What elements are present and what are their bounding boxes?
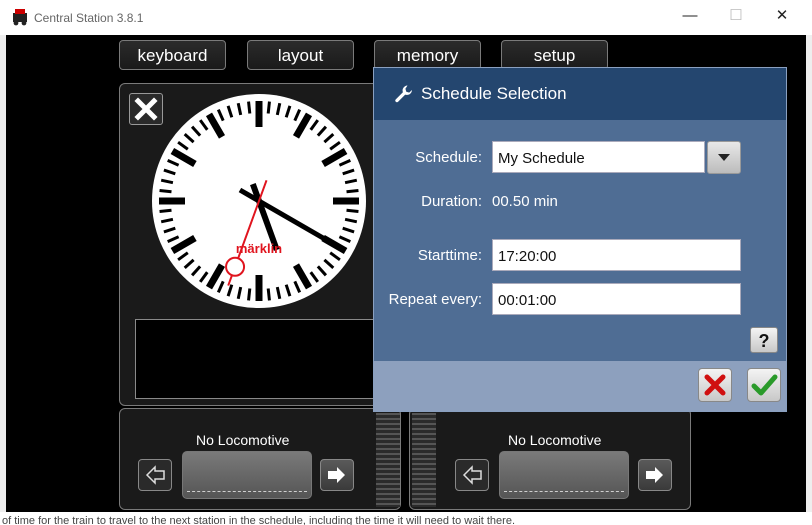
starttime-label: Starttime: [417, 247, 482, 264]
tab-keyboard[interactable]: keyboard [119, 40, 226, 70]
direction-left-button-2[interactable] [455, 459, 489, 491]
clock-minute-mark [247, 101, 252, 114]
background-window-right [806, 35, 812, 525]
clock-minute-mark [159, 189, 172, 194]
station-clock: märklin [152, 94, 366, 308]
clock-minute-mark [346, 189, 359, 194]
clock-minute-mark [266, 101, 271, 114]
arrow-left-icon [462, 465, 482, 485]
arrow-right-icon [646, 467, 663, 483]
wrench-icon [395, 85, 412, 103]
window-title: Central Station 3.8.1 [34, 11, 144, 25]
direction-left-button-1[interactable] [138, 459, 172, 491]
dialog-title: Schedule Selection [421, 84, 567, 103]
loco-slot-left[interactable] [182, 451, 312, 499]
direction-right-button-2[interactable] [638, 459, 672, 491]
clock-minute-mark [346, 208, 359, 213]
title-bar: Central Station 3.8.1 — ☐ ✕ [0, 0, 812, 35]
schedule-label: Schedule: [415, 149, 482, 166]
loco-label-left: No Locomotive [196, 432, 290, 448]
cancel-button[interactable] [698, 368, 732, 402]
dialog-footer [374, 361, 786, 411]
loco-panel-right: No Locomotive [409, 408, 691, 510]
direction-right-button-1[interactable] [320, 459, 354, 491]
clock-minute-mark [266, 288, 271, 301]
schedule-dropdown-button[interactable] [707, 141, 741, 174]
speed-bar-right[interactable] [412, 413, 436, 507]
message-area [135, 319, 395, 399]
clock-second-disc [225, 256, 246, 277]
schedule-dialog: Schedule Selection Schedule: My Schedule… [373, 67, 787, 412]
minimize-button[interactable]: — [670, 4, 710, 28]
help-button[interactable]: ? [750, 327, 778, 353]
cancel-x-icon [704, 374, 726, 396]
close-window-button[interactable]: ✕ [762, 4, 802, 28]
chevron-down-icon [718, 154, 730, 161]
repeat-label: Repeat every: [388, 291, 482, 308]
checkmark-icon [751, 374, 778, 396]
loco-slot-right[interactable] [499, 451, 629, 499]
background-text-line: of time for the train to travel to the n… [2, 515, 515, 525]
clock-brand: märklin [236, 241, 282, 256]
dialog-header: Schedule Selection [374, 68, 786, 120]
tab-setup[interactable]: setup [501, 40, 608, 70]
tab-layout[interactable]: layout [247, 40, 354, 70]
loco-panel-left: No Locomotive [119, 408, 401, 510]
clock-minute-mark [159, 208, 172, 213]
ok-button[interactable] [747, 368, 781, 402]
schedule-select[interactable]: My Schedule [492, 141, 705, 173]
speed-bar-left[interactable] [376, 413, 400, 507]
clock-minute-mark [247, 288, 252, 301]
tab-memory[interactable]: memory [374, 40, 481, 70]
app-logo-icon [13, 9, 27, 26]
clock-panel: märklin [119, 83, 395, 406]
repeat-input[interactable]: 00:01:00 [492, 283, 741, 315]
duration-value: 00.50 min [492, 193, 558, 210]
background-document-text: of time for the train to travel to the n… [0, 512, 812, 525]
duration-label: Duration: [421, 193, 482, 210]
starttime-input[interactable]: 17:20:00 [492, 239, 741, 271]
arrow-right-icon [328, 467, 345, 483]
arrow-left-icon [145, 465, 165, 485]
maximize-button[interactable]: ☐ [716, 4, 756, 28]
loco-label-right: No Locomotive [508, 432, 602, 448]
app-main: keyboard layout memory setup märklin No … [6, 35, 806, 512]
